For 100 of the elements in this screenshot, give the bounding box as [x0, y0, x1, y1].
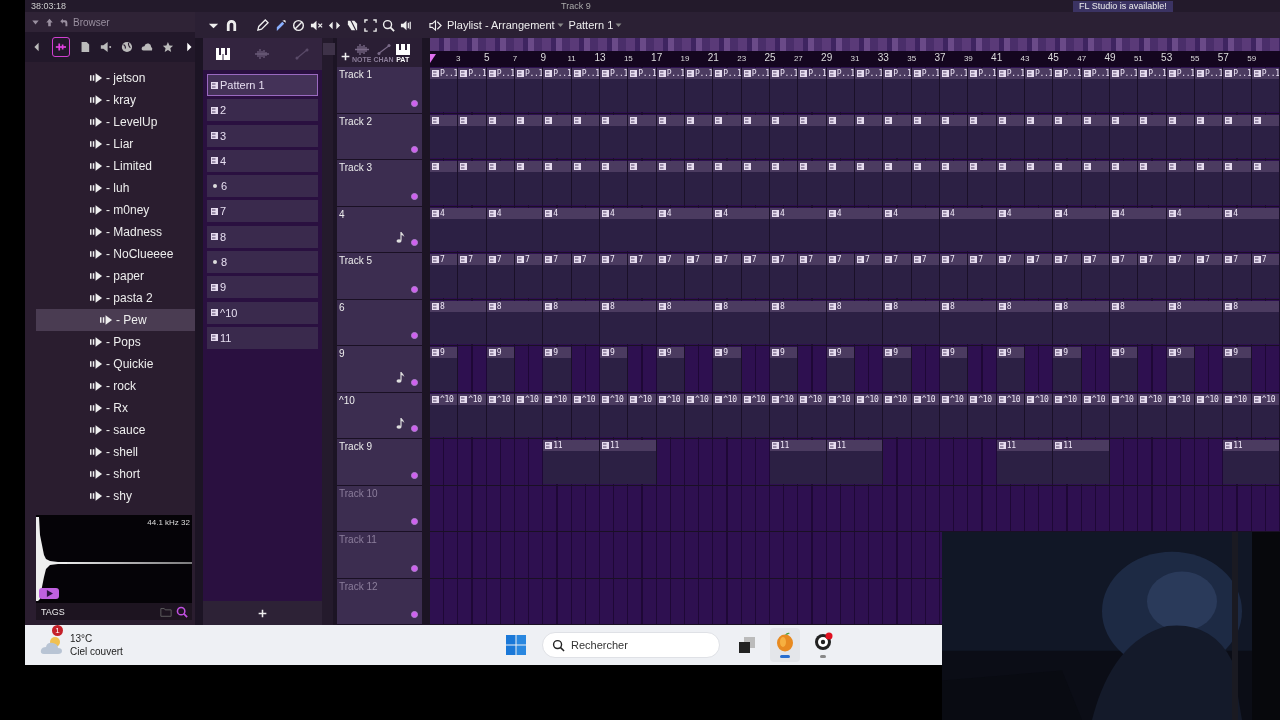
track-header[interactable]: Track 1	[337, 67, 422, 113]
pattern-clip[interactable]	[798, 114, 827, 158]
pattern-clip[interactable]: 7	[1223, 254, 1252, 298]
pattern-clip[interactable]: 7	[600, 254, 629, 298]
pattern-clip[interactable]: 11	[543, 440, 600, 484]
pattern-item[interactable]: 6	[207, 175, 318, 198]
pattern-clip[interactable]	[1138, 114, 1167, 158]
pattern-clip[interactable]	[798, 161, 827, 205]
pattern-clip[interactable]: 8	[486, 300, 544, 344]
pattern-clip[interactable]: 9	[1053, 347, 1082, 391]
pattern-clip[interactable]: 7	[628, 254, 657, 298]
up-arrow-icon[interactable]	[45, 17, 54, 27]
pattern-clip[interactable]	[515, 161, 544, 205]
browser-item[interactable]: - Rx	[25, 397, 195, 419]
pattern-clip[interactable]: 4	[940, 207, 997, 251]
track-toggle[interactable]	[411, 332, 418, 339]
pattern-clip[interactable]: 7	[1110, 254, 1139, 298]
browser-item[interactable]: - Madness	[25, 221, 195, 243]
zoom-icon[interactable]	[382, 18, 395, 32]
pattern-clip[interactable]	[458, 161, 487, 205]
pattern-clip[interactable]	[1223, 114, 1252, 158]
pattern-clip[interactable]: 7	[1251, 254, 1280, 298]
browser-item[interactable]: - NoClueeee	[25, 243, 195, 265]
pattern-clip[interactable]: 8	[826, 300, 884, 344]
track-lane[interactable]	[430, 160, 1280, 207]
pattern-clip[interactable]: 7	[741, 254, 770, 298]
pattern-item[interactable]: Pattern 1	[207, 74, 318, 96]
pattern-clip[interactable]	[940, 114, 969, 158]
pattern-clip[interactable]: 11	[1223, 440, 1280, 484]
pattern-clip[interactable]: 9	[713, 347, 742, 391]
pattern-clip[interactable]: 9	[656, 347, 685, 391]
pattern-clip[interactable]: 7	[486, 254, 515, 298]
pattern-clip[interactable]: P..1	[741, 68, 770, 112]
pattern-clip[interactable]: 7	[713, 254, 742, 298]
pattern-clip[interactable]	[826, 114, 855, 158]
pattern-clip[interactable]: 7	[1166, 254, 1195, 298]
pattern-clip[interactable]	[515, 114, 544, 158]
pattern-clip[interactable]	[741, 161, 770, 205]
pattern-clip[interactable]: 4	[770, 207, 827, 251]
pattern-clip[interactable]: 7	[1025, 254, 1054, 298]
track-toggle[interactable]	[411, 518, 418, 525]
magnet-icon[interactable]	[225, 18, 238, 32]
speaker-icon[interactable]	[400, 18, 413, 32]
pattern-clip[interactable]: 7	[430, 254, 459, 298]
pattern-clip[interactable]: 7	[826, 254, 855, 298]
speaker-icon[interactable]	[99, 40, 112, 54]
pattern-clip[interactable]: 8	[996, 300, 1054, 344]
pattern-clip[interactable]	[1166, 161, 1195, 205]
slice-icon[interactable]	[346, 18, 359, 32]
pattern-item[interactable]: 2	[207, 99, 318, 122]
pattern-item[interactable]: 7	[207, 200, 318, 223]
pattern-clip[interactable]: ^10	[798, 393, 827, 437]
pattern-clip[interactable]: 9	[940, 347, 969, 391]
browser-item[interactable]: - kray	[25, 89, 195, 111]
track-header[interactable]: Track 9	[337, 439, 422, 485]
pattern-clip[interactable]	[741, 114, 770, 158]
browser-item[interactable]: - paper	[25, 265, 195, 287]
pattern-clip[interactable]: 7	[855, 254, 884, 298]
pattern-clip[interactable]	[458, 114, 487, 158]
play-button[interactable]	[39, 588, 59, 599]
pattern-clip[interactable]: ^10	[1223, 393, 1252, 437]
pattern-clip[interactable]: 4	[486, 207, 544, 251]
browser-item[interactable]: - Liar	[25, 133, 195, 155]
pattern-clip[interactable]: 9	[430, 347, 459, 391]
pattern-clip[interactable]: ^10	[1138, 393, 1167, 437]
track-header[interactable]: Track 2	[337, 113, 422, 159]
pattern-clip[interactable]	[1166, 114, 1195, 158]
track-toggle[interactable]	[411, 99, 418, 107]
browser-item[interactable]: - shy	[25, 485, 195, 507]
pattern-clip[interactable]	[1053, 161, 1082, 205]
track-header[interactable]: Track 5	[337, 253, 422, 299]
pattern-clip[interactable]	[1251, 114, 1280, 158]
pattern-clip[interactable]: 4	[430, 207, 487, 251]
pattern-clip[interactable]: 4	[996, 207, 1054, 251]
pattern-item[interactable]: 3	[207, 124, 318, 147]
pattern-clip[interactable]	[430, 161, 459, 205]
track-lane[interactable]	[430, 113, 1280, 160]
track-toggle[interactable]	[411, 425, 418, 432]
pattern-selector[interactable]: Pattern 1	[568, 19, 614, 31]
pattern-clip[interactable]	[430, 114, 459, 158]
pattern-clip[interactable]: ^10	[996, 393, 1025, 437]
search-field[interactable]: Rechercher	[542, 632, 720, 658]
piano-icon[interactable]	[215, 48, 230, 60]
pattern-clip[interactable]	[571, 161, 600, 205]
pattern-clip[interactable]	[968, 114, 997, 158]
browser-item[interactable]: - sauce	[25, 419, 195, 441]
pattern-clip[interactable]: 8	[1223, 300, 1280, 344]
pattern-clip[interactable]: 8	[600, 300, 657, 344]
pattern-clip[interactable]: 7	[770, 254, 799, 298]
pattern-clip[interactable]	[883, 114, 912, 158]
pattern-clip[interactable]	[1110, 161, 1139, 205]
pattern-clip[interactable]: 8	[656, 300, 714, 344]
pattern-clip[interactable]: 9	[826, 347, 855, 391]
pattern-clip[interactable]	[628, 114, 657, 158]
add-icon[interactable]	[258, 608, 267, 618]
pattern-clip[interactable]: 9	[486, 347, 515, 391]
pattern-clip[interactable]	[685, 114, 714, 158]
pattern-clip[interactable]: 9	[770, 347, 799, 391]
track-lane[interactable]: ^10 ^10 ^10 ^10 ^10 ^10 ^10 ^10 ^10 ^10 ^10 ^10 ^10 ^10 ^10 ^10 ^10 ^10 ^10 ^10 ^10 ^10 ^10 ^10 ^10 ^10 ^10 ^10 ^10 ^10	[430, 392, 1280, 439]
browser-item[interactable]: - luh	[25, 177, 195, 199]
